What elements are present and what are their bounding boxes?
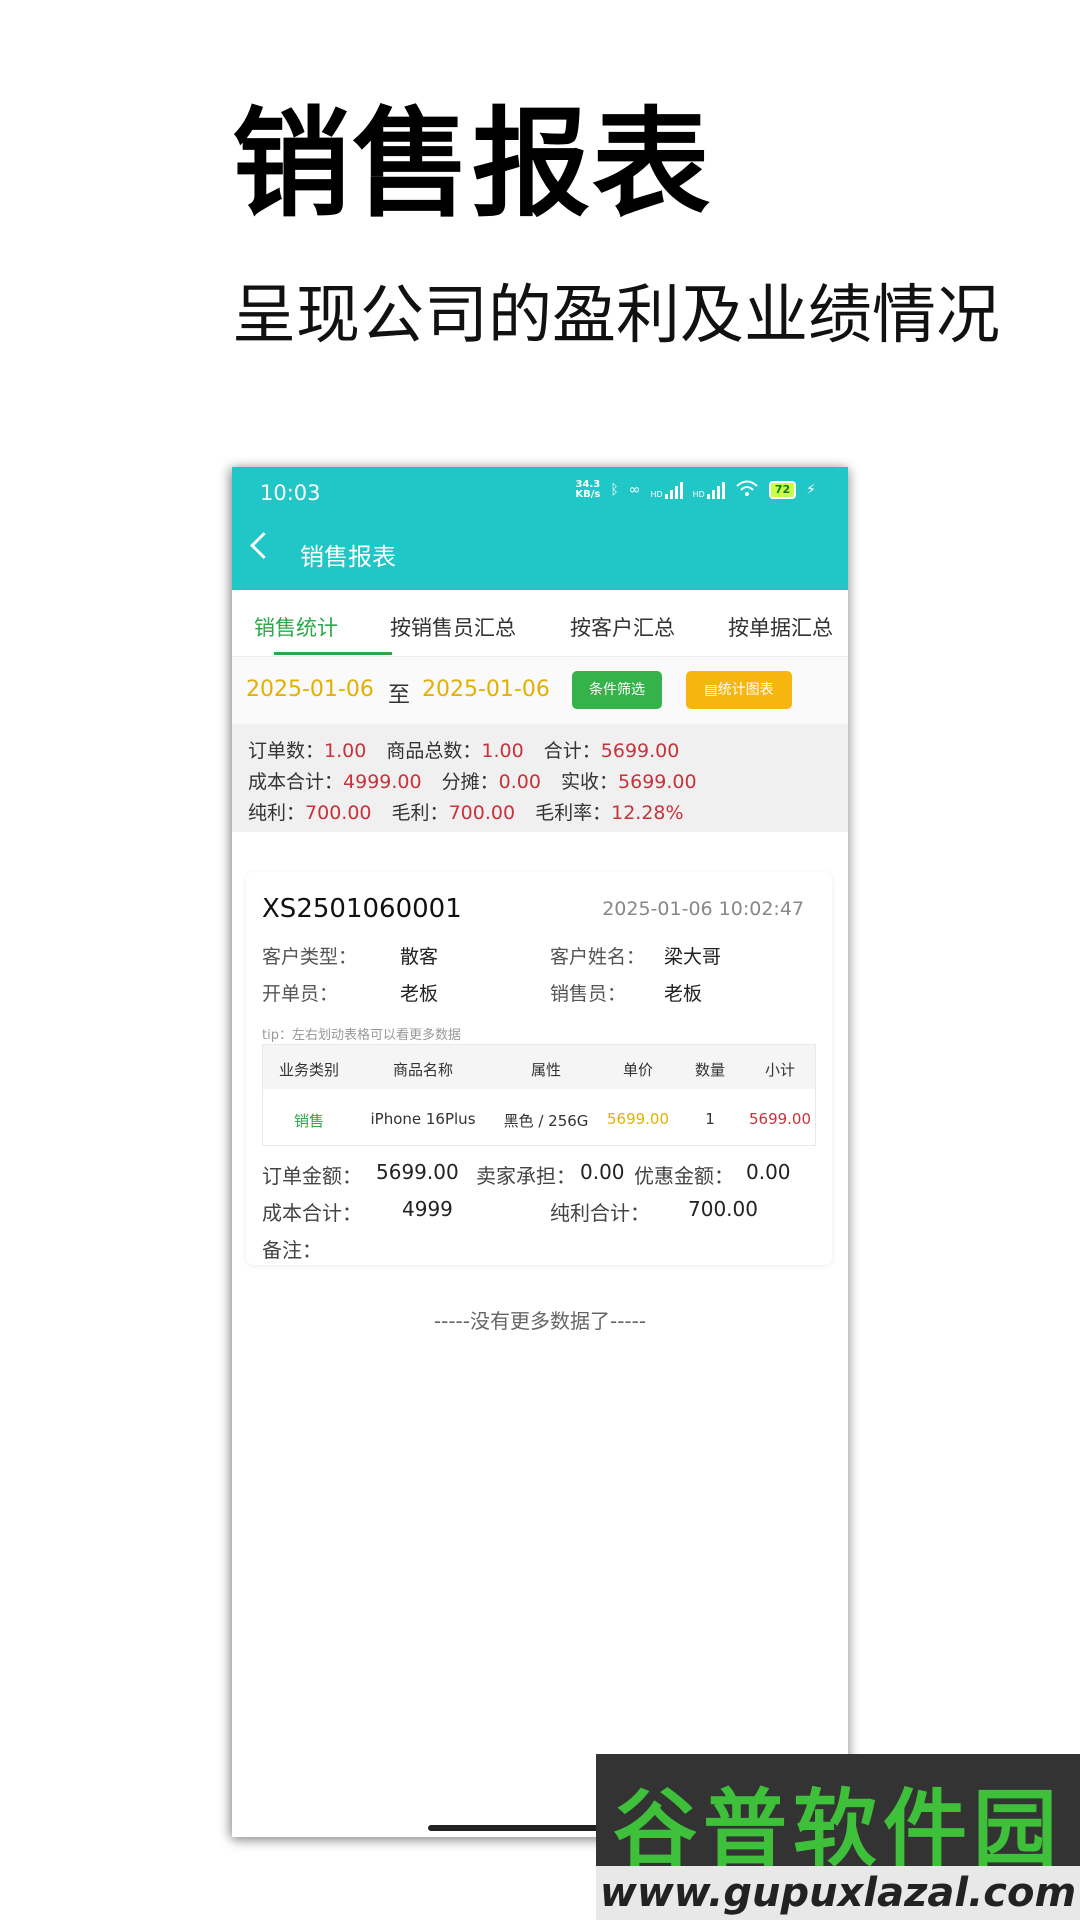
watermark-url: www.gupuxlazal.com xyxy=(596,1866,1080,1920)
cost: 4999 xyxy=(402,1197,453,1221)
gross-margin: 12.28% xyxy=(611,802,684,824)
summary-row-2: 成本合计：4999.00 分摊：0.00 实收：5699.00 xyxy=(248,771,697,793)
cell-category: 销售 xyxy=(293,1112,324,1130)
back-arrow-icon[interactable] xyxy=(250,532,277,559)
order-amount: 5699.00 xyxy=(376,1160,459,1184)
network-speed: 34.3 KB/s xyxy=(575,479,601,500)
signal-icon-2: HD xyxy=(693,481,725,499)
tab-by-document[interactable]: 按单据汇总 xyxy=(728,612,833,642)
signal-icon: HD xyxy=(650,481,683,499)
gross-profit: 700.00 xyxy=(448,802,516,824)
start-date[interactable]: 2025-01-06 xyxy=(246,677,374,702)
filter-button[interactable]: 条件筛选 xyxy=(572,671,662,709)
table-tip: tip：左右划动表格可以看更多数据 xyxy=(262,1028,461,1043)
remark-label: 备注： xyxy=(262,1238,322,1262)
date-filter-bar: 2025-01-06 至 2025-01-06 条件筛选 ▤统计图表 xyxy=(232,656,848,726)
watermark-logo: 谷普软件园 www.gupuxlazal.com xyxy=(596,1754,1080,1920)
wifi-icon xyxy=(735,479,759,501)
cell-product: iPhone 16Plus xyxy=(370,1110,476,1128)
cost-label: 成本合计： xyxy=(262,1201,362,1225)
status-time: 10:03 xyxy=(260,481,321,505)
profit: 700.00 xyxy=(688,1197,758,1221)
seller-bear-label: 卖家承担： xyxy=(476,1164,576,1188)
date-separator: 至 xyxy=(388,683,411,708)
tab-by-salesperson[interactable]: 按销售员汇总 xyxy=(390,612,516,642)
order-items-table[interactable]: 业务类别 商品名称 属性 单价 数量 小计 销售 iPhone 16Plus 黑… xyxy=(262,1044,816,1146)
order-number: XS2501060001 xyxy=(262,894,462,924)
hero-subtitle: 呈现公司的盈利及业绩情况 xyxy=(232,279,1000,353)
tab-bar: 销售统计 按销售员汇总 按客户汇总 按单据汇总 xyxy=(232,590,848,656)
summary-panel: 订单数：1.00 商品总数：1.00 合计：5699.00 成本合计：4999.… xyxy=(232,724,848,832)
summary-row-1: 订单数：1.00 商品总数：1.00 合计：5699.00 xyxy=(248,740,680,762)
cell-subtotal: 5699.00 xyxy=(748,1110,812,1128)
seller: 老板 xyxy=(664,983,703,1005)
order-amount-label: 订单金额： xyxy=(262,1164,362,1188)
column-header: 单价 xyxy=(622,1061,653,1079)
customer-type-label: 客户类型： xyxy=(262,946,358,968)
page-title: 销售报表 xyxy=(300,543,396,571)
chart-icon: ▤ xyxy=(704,682,718,698)
customer-type: 散客 xyxy=(400,946,439,968)
phone-screen: 10:03 34.3 KB/s ᛒ ∞ HD HD 72 ⚡ 销售报表 销售统计… xyxy=(232,467,848,1837)
status-icons: 34.3 KB/s ᛒ ∞ HD HD 72 ⚡ xyxy=(575,479,816,501)
column-header: 属性 xyxy=(530,1061,561,1079)
creator: 老板 xyxy=(400,983,439,1005)
bluetooth-icon: ᛒ xyxy=(610,482,619,498)
total-amount: 5699.00 xyxy=(600,740,680,762)
received-amount: 5699.00 xyxy=(618,771,697,793)
share-amount: 0.00 xyxy=(498,771,541,793)
net-profit: 700.00 xyxy=(305,802,372,824)
order-count: 1.00 xyxy=(324,740,367,762)
discount: 0.00 xyxy=(746,1160,791,1184)
app-header: 10:03 34.3 KB/s ᛒ ∞ HD HD 72 ⚡ 销售报表 xyxy=(232,467,848,590)
seller-bear: 0.00 xyxy=(580,1160,625,1184)
cell-attribute: 黑色 / 256G xyxy=(503,1112,589,1130)
creator-label: 开单员： xyxy=(262,983,339,1005)
profit-label: 纯利合计： xyxy=(550,1201,650,1225)
goods-total: 1.00 xyxy=(481,740,524,762)
cell-quantity: 1 xyxy=(705,1110,715,1128)
cost-total: 4999.00 xyxy=(343,771,422,793)
cell-unit-price: 5699.00 xyxy=(606,1110,670,1128)
summary-row-3: 纯利：700.00 毛利：700.00 毛利率：12.28% xyxy=(248,802,684,824)
order-datetime: 2025-01-06 10:02:47 xyxy=(602,898,804,920)
end-date[interactable]: 2025-01-06 xyxy=(422,677,550,702)
no-more-data: -----没有更多数据了----- xyxy=(433,1309,647,1333)
discount-label: 优惠金额： xyxy=(634,1164,734,1188)
column-header: 小计 xyxy=(764,1061,795,1079)
column-header: 商品名称 xyxy=(392,1061,453,1079)
chart-button[interactable]: ▤统计图表 xyxy=(686,671,792,709)
link-icon: ∞ xyxy=(628,482,641,498)
table-header: 业务类别 商品名称 属性 单价 数量 小计 xyxy=(263,1045,815,1089)
column-header: 业务类别 xyxy=(278,1061,339,1079)
tab-active-indicator xyxy=(274,652,392,655)
column-header: 数量 xyxy=(694,1061,725,1079)
hero-title: 销售报表 xyxy=(232,95,713,233)
battery-icon: 72 xyxy=(768,481,797,499)
order-card[interactable]: XS2501060001 2025-01-06 10:02:47 客户类型： 散… xyxy=(246,872,832,1265)
customer-name-label: 客户姓名： xyxy=(550,946,646,968)
seller-label: 销售员： xyxy=(550,983,627,1005)
watermark-title: 谷普软件园 xyxy=(612,1780,1063,1878)
tab-sales-stats[interactable]: 销售统计 xyxy=(254,612,338,642)
customer-name: 梁大哥 xyxy=(664,946,722,968)
charging-icon: ⚡ xyxy=(806,482,816,498)
tab-by-customer[interactable]: 按客户汇总 xyxy=(570,612,675,642)
